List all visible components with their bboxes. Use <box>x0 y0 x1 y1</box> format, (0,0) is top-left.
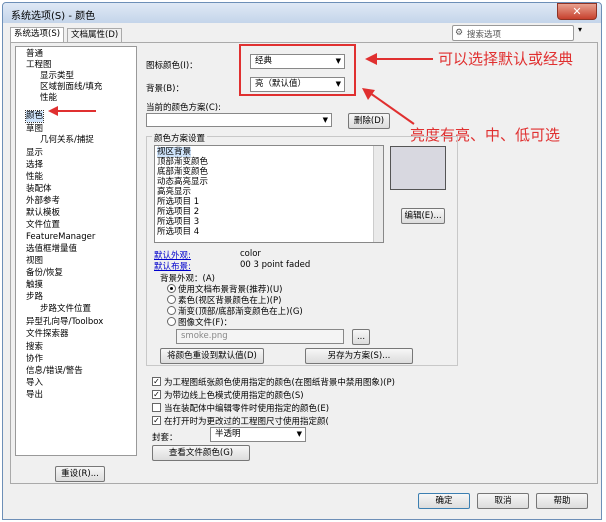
tree-item[interactable]: 性能 <box>26 172 43 183</box>
tree-item[interactable]: 步路文件位置 <box>40 304 91 315</box>
tree-item[interactable]: 工程图 <box>26 60 52 71</box>
tree-item[interactable]: 搜索 <box>26 342 43 353</box>
checkbox-label: 在打开时为更改过的工程图尺寸使用指定颜( <box>164 417 329 427</box>
tree-item[interactable]: 信息/错误/警告 <box>26 366 83 377</box>
icon-color-label: 图标颜色(I)： <box>146 61 198 71</box>
checkbox-sheet-color[interactable]: ✓ <box>152 377 161 386</box>
scheme-label: 当前的颜色方案(C): <box>146 103 221 113</box>
tree-item[interactable]: 导出 <box>26 390 43 401</box>
default-appearance-value: color <box>240 249 261 259</box>
view-doc-colors-button[interactable]: 查看文件颜色(G) <box>152 445 250 461</box>
arrow-annotation-icon <box>365 53 433 65</box>
list-item[interactable]: 所选项目 2 <box>157 207 199 217</box>
tree-item[interactable]: 文件位置 <box>26 220 60 231</box>
tab-system-options[interactable]: 系统选项(S) <box>10 27 65 42</box>
title-bar: 系统选项(S) - 颜色 ✕ <box>3 3 601 23</box>
search-dropdown-icon[interactable]: ▾ <box>578 25 582 34</box>
list-item[interactable]: 所选项目 4 <box>157 227 199 237</box>
close-button[interactable]: ✕ <box>557 3 597 20</box>
tree-item[interactable]: 草图 <box>26 124 43 135</box>
reset-button[interactable]: 重设(R)... <box>55 466 105 482</box>
tree-item[interactable]: 触摸 <box>26 280 43 291</box>
window-title: 系统选项(S) - 颜色 <box>11 11 96 22</box>
ok-button[interactable]: 确定 <box>418 493 470 509</box>
reset-colors-button[interactable]: 将颜色重设到默认值(D) <box>160 348 264 364</box>
tree-item[interactable]: 异型孔向导/Toolbox <box>26 317 103 328</box>
checkbox-label: 为工程图纸张颜色使用指定的颜色(在图纸背景中禁用图象)(P) <box>164 378 395 388</box>
envelope-value: 半透明 <box>215 429 241 439</box>
gear-icon: ⚙ <box>455 28 464 38</box>
tree-item[interactable]: 装配体 <box>26 184 52 195</box>
highlight-box <box>239 44 356 96</box>
browse-button[interactable]: ... <box>352 329 370 345</box>
cancel-button[interactable]: 取消 <box>477 493 529 509</box>
radio-label: 图像文件(F)： <box>178 318 233 328</box>
search-placeholder: 搜索选项 <box>467 30 502 40</box>
tree-item[interactable]: 视图 <box>26 256 43 267</box>
tree-item[interactable]: 性能 <box>40 93 57 104</box>
search-input[interactable]: ⚙ 搜索选项 <box>452 25 574 41</box>
tree-item[interactable]: 默认模板 <box>26 208 60 219</box>
background-label: 背景(B)： <box>146 84 184 94</box>
help-button[interactable]: 帮助 <box>536 493 588 509</box>
tree-item[interactable]: 文件探索器 <box>26 329 69 340</box>
radio-image[interactable] <box>167 317 176 326</box>
tab-document-properties[interactable]: 文档属性(D) <box>67 28 123 42</box>
tree-item[interactable]: FeatureManager <box>26 232 95 243</box>
list-item[interactable]: 所选项目 3 <box>157 217 199 227</box>
list-item[interactable]: 动态高亮显示 <box>157 177 208 187</box>
image-file-input[interactable]: smoke.png <box>176 329 344 344</box>
tree-item[interactable]: 几何关系/捕捉 <box>40 135 94 146</box>
arrow-annotation-icon <box>48 106 96 116</box>
default-scene-link[interactable]: 默认布景: <box>154 260 191 272</box>
envelope-label: 封套： <box>152 433 178 443</box>
radio-gradient[interactable] <box>167 306 176 315</box>
list-item[interactable]: 高亮显示 <box>157 187 191 197</box>
save-scheme-button[interactable]: 另存为方案(S)... <box>305 348 413 364</box>
color-preview-swatch <box>390 146 446 190</box>
radio-doc-scene[interactable] <box>167 284 176 293</box>
tree-item[interactable]: 普通 <box>26 49 43 60</box>
color-list[interactable]: 视区背景 顶部渐变颜色 底部渐变颜色 动态高亮显示 高亮显示 所选项目 1 所选… <box>154 145 384 243</box>
tree-item[interactable]: 区域剖面线/填充 <box>40 82 102 93</box>
list-item[interactable]: 顶部渐变颜色 <box>157 157 208 167</box>
envelope-select[interactable]: 半透明 ▼ <box>210 427 306 442</box>
tree-item[interactable]: 选值框增量值 <box>26 244 77 255</box>
annotation-text: 可以选择默认或经典 <box>438 50 574 68</box>
image-file-value: smoke.png <box>181 331 228 341</box>
checkbox-label: 当在装配体中编辑零件时使用指定的颜色(E) <box>164 404 330 414</box>
chevron-down-icon: ▼ <box>322 116 328 124</box>
list-item[interactable]: 底部渐变颜色 <box>157 167 208 177</box>
tree-item[interactable]: 外部参考 <box>26 196 60 207</box>
checkbox-dimension-color[interactable]: ✓ <box>152 416 161 425</box>
tree-item[interactable]: 选择 <box>26 160 43 171</box>
chevron-down-icon: ▼ <box>296 430 302 438</box>
list-scrollbar[interactable] <box>373 146 383 242</box>
default-scene-value: 00 3 point faded <box>240 260 311 270</box>
tree-item[interactable]: 显示 <box>26 148 43 159</box>
tree-item[interactable]: 导入 <box>26 378 43 389</box>
checkbox-label: 为带边线上色模式使用指定的颜色(S) <box>164 391 304 401</box>
list-item[interactable]: 所选项目 1 <box>157 197 199 207</box>
tree-item[interactable]: 备份/恢复 <box>26 268 63 279</box>
delete-button[interactable]: 删除(D) <box>348 113 390 129</box>
edit-button[interactable]: 编辑(E)... <box>401 208 445 224</box>
radio-plain[interactable] <box>167 295 176 304</box>
group-title: 颜色方案设置 <box>152 132 208 144</box>
tree-item[interactable]: 步路 <box>26 292 43 303</box>
list-item-selected[interactable]: 视区背景 <box>157 147 192 157</box>
tree-item-selected[interactable]: 颜色 <box>24 110 45 123</box>
tree-item[interactable]: 显示类型 <box>40 71 74 82</box>
checkbox-edit-part-color[interactable] <box>152 403 161 412</box>
checkbox-edge-color[interactable]: ✓ <box>152 390 161 399</box>
scheme-select[interactable]: ▼ <box>146 113 332 127</box>
tree-item[interactable]: 协作 <box>26 354 43 365</box>
